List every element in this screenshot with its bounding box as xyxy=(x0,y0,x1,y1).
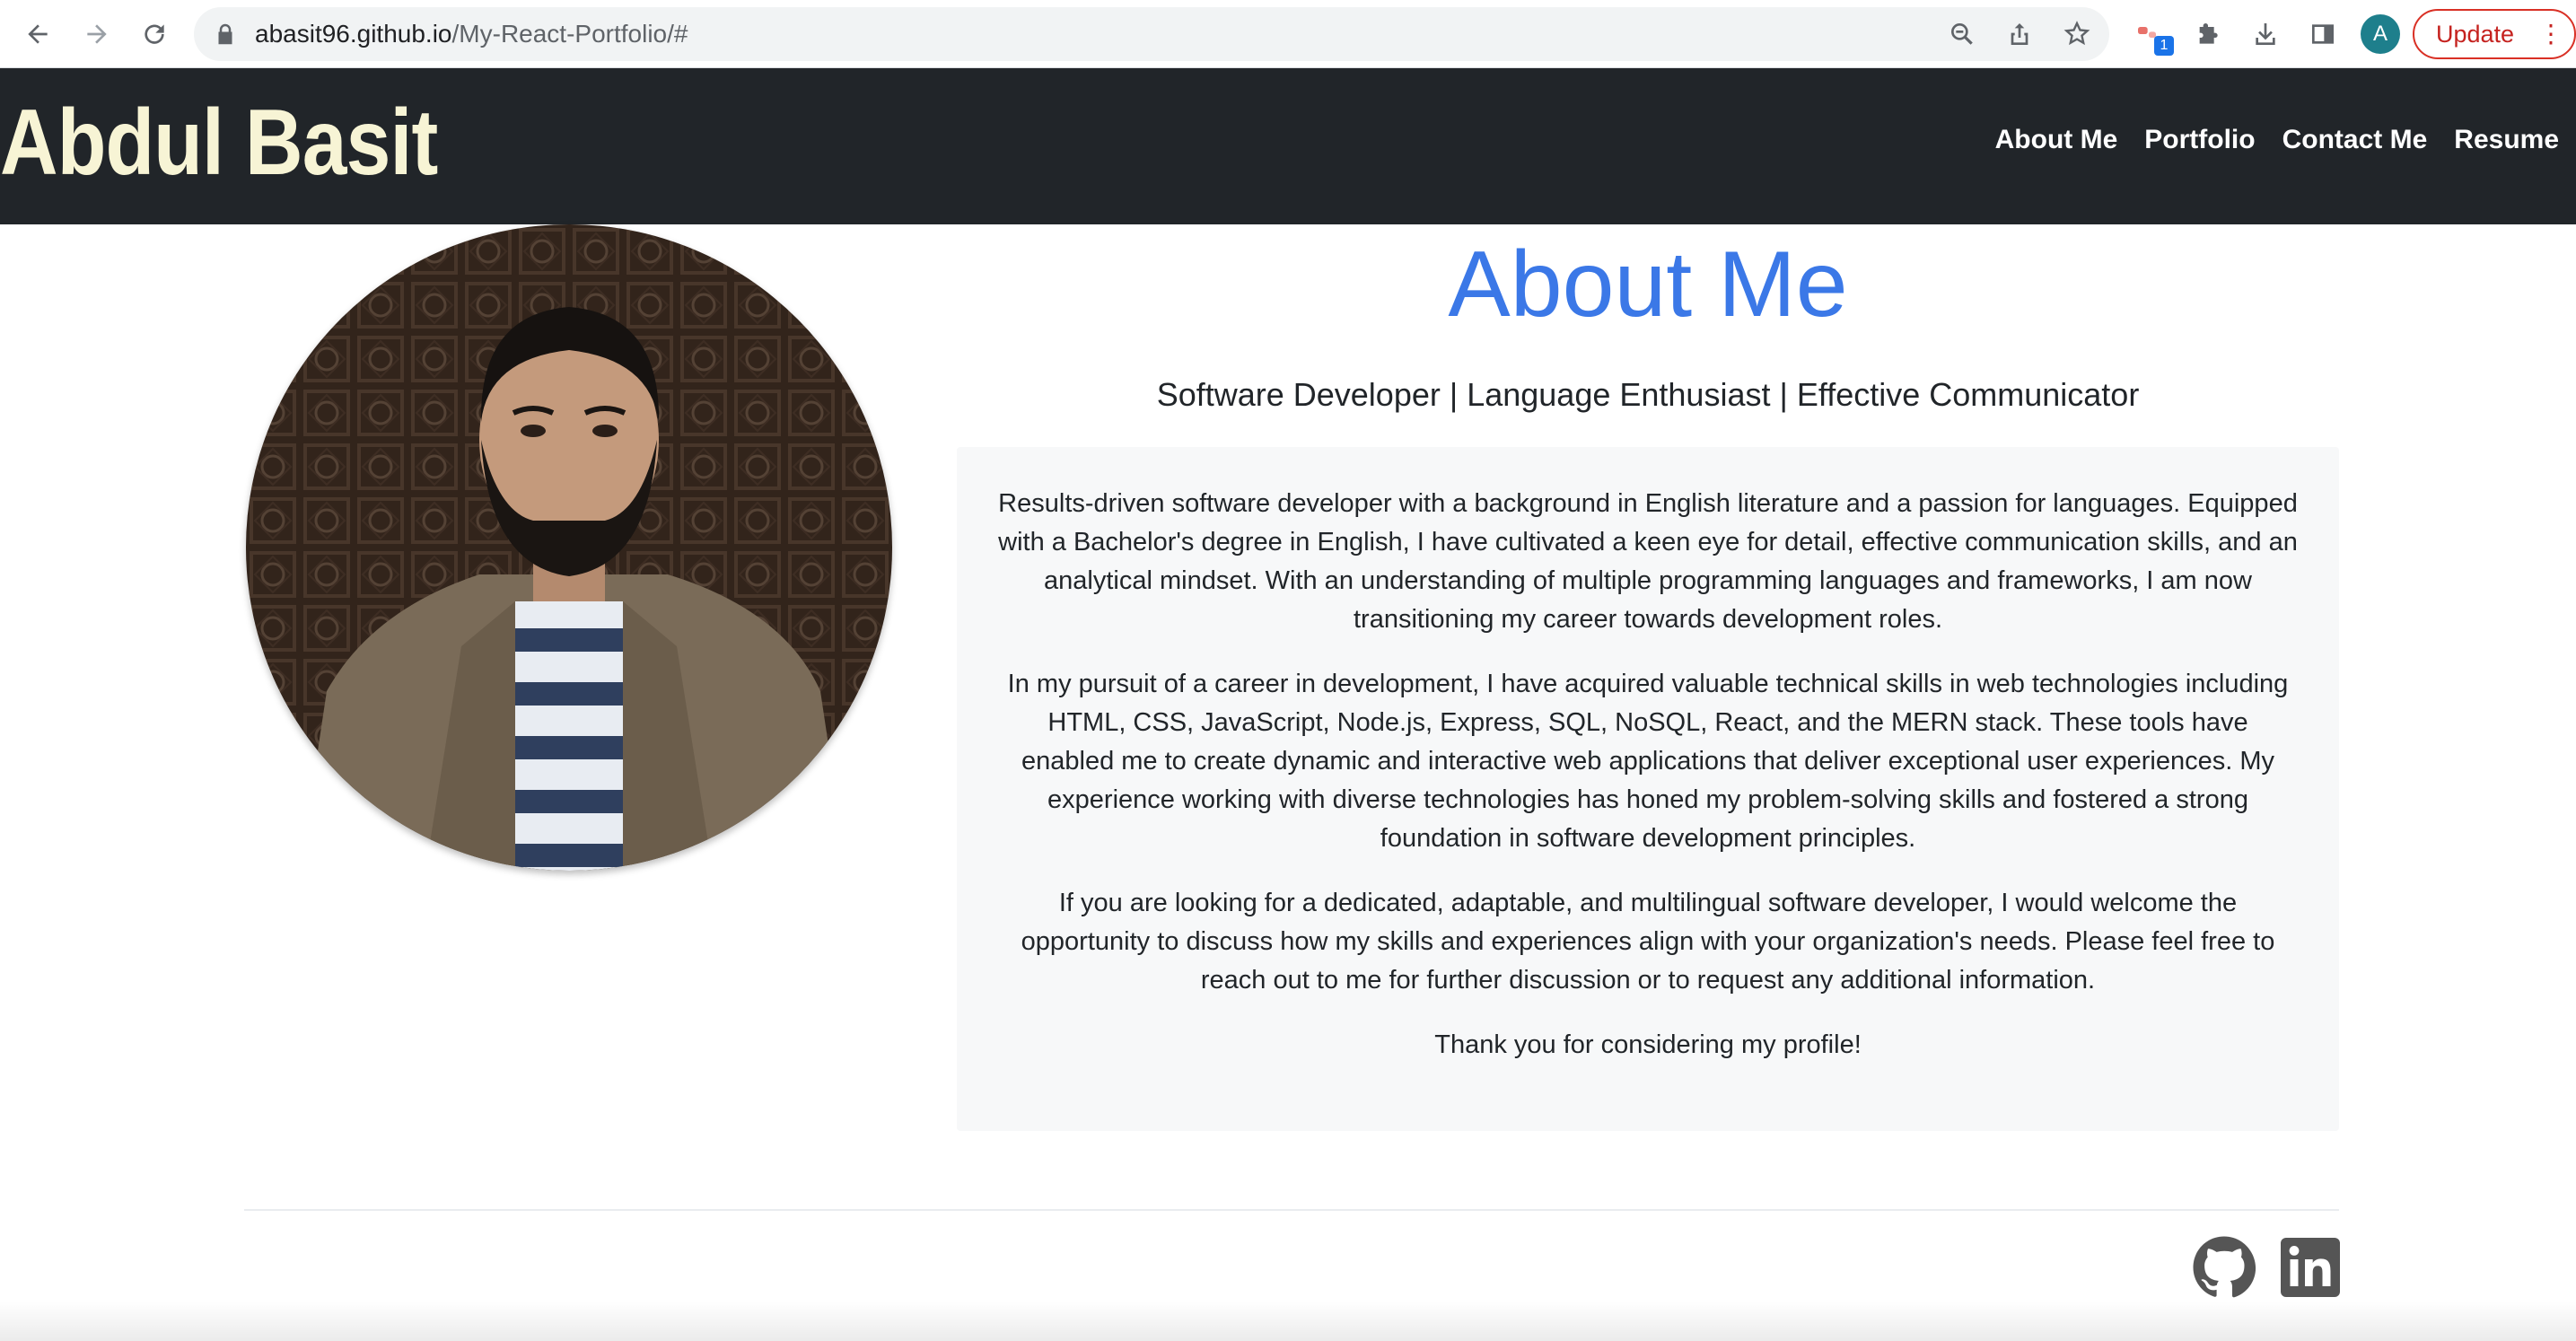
url-host: abasit96.github.io xyxy=(255,20,452,48)
url-path: /My-React-Portfolio/# xyxy=(451,20,688,48)
brand-logo[interactable]: Abdul Basit xyxy=(0,93,438,192)
download-icon[interactable] xyxy=(2249,18,2282,50)
linkedin-icon[interactable] xyxy=(2278,1235,2343,1300)
reload-icon[interactable] xyxy=(138,18,171,50)
update-button[interactable]: Update ⋮ xyxy=(2413,9,2576,59)
browser-window: abasit96.github.io/My-React-Portfolio/# … xyxy=(0,0,2576,1341)
more-vert-icon[interactable]: ⋮ xyxy=(2538,11,2563,57)
bookmark-star-icon[interactable] xyxy=(2063,20,2091,48)
back-icon[interactable] xyxy=(22,18,54,50)
lock-icon[interactable] xyxy=(212,21,239,48)
url-text[interactable]: abasit96.github.io/My-React-Portfolio/# xyxy=(255,21,688,48)
about-subtitle: Software Developer | Language Enthusiast… xyxy=(1156,376,2140,413)
update-label: Update xyxy=(2436,21,2515,48)
nav-resume[interactable]: Resume xyxy=(2440,124,2572,156)
nav-contact-me[interactable]: Contact Me xyxy=(2269,124,2441,156)
site-header: Abdul Basit About Me Portfolio Contact M… xyxy=(0,68,2576,224)
about-paragraph-3: If you are looking for a dedicated, adap… xyxy=(1021,889,2275,995)
about-title: About Me xyxy=(1448,232,1848,337)
extension-badge: 1 xyxy=(2154,36,2174,56)
profile-avatar[interactable]: A xyxy=(2361,14,2400,54)
about-card: Results-driven software developer with a… xyxy=(957,447,2339,1131)
forward-icon[interactable] xyxy=(81,18,113,50)
profile-photo xyxy=(246,224,892,871)
github-icon[interactable] xyxy=(2192,1235,2256,1300)
side-panel-icon[interactable] xyxy=(2307,18,2339,50)
about-paragraph-2: In my pursuit of a career in development… xyxy=(1007,670,2289,853)
zoom-icon[interactable] xyxy=(1948,20,1976,48)
nav-portfolio[interactable]: Portfolio xyxy=(2131,124,2268,156)
footer-divider xyxy=(244,1209,2339,1211)
puzzle-icon[interactable] xyxy=(2192,18,2224,50)
about-paragraph-4: Thank you for considering my profile! xyxy=(1434,1030,1862,1059)
nav-about-me[interactable]: About Me xyxy=(1982,124,2132,156)
footer-shadow xyxy=(0,1302,2576,1341)
address-bar[interactable]: abasit96.github.io/My-React-Portfolio/# xyxy=(194,7,2109,61)
browser-toolbar: abasit96.github.io/My-React-Portfolio/# … xyxy=(0,0,2576,68)
about-paragraph-1: Results-driven software developer with a… xyxy=(998,489,2298,634)
share-icon[interactable] xyxy=(2005,20,2034,48)
main-nav: About Me Portfolio Contact Me Resume xyxy=(1982,124,2572,156)
